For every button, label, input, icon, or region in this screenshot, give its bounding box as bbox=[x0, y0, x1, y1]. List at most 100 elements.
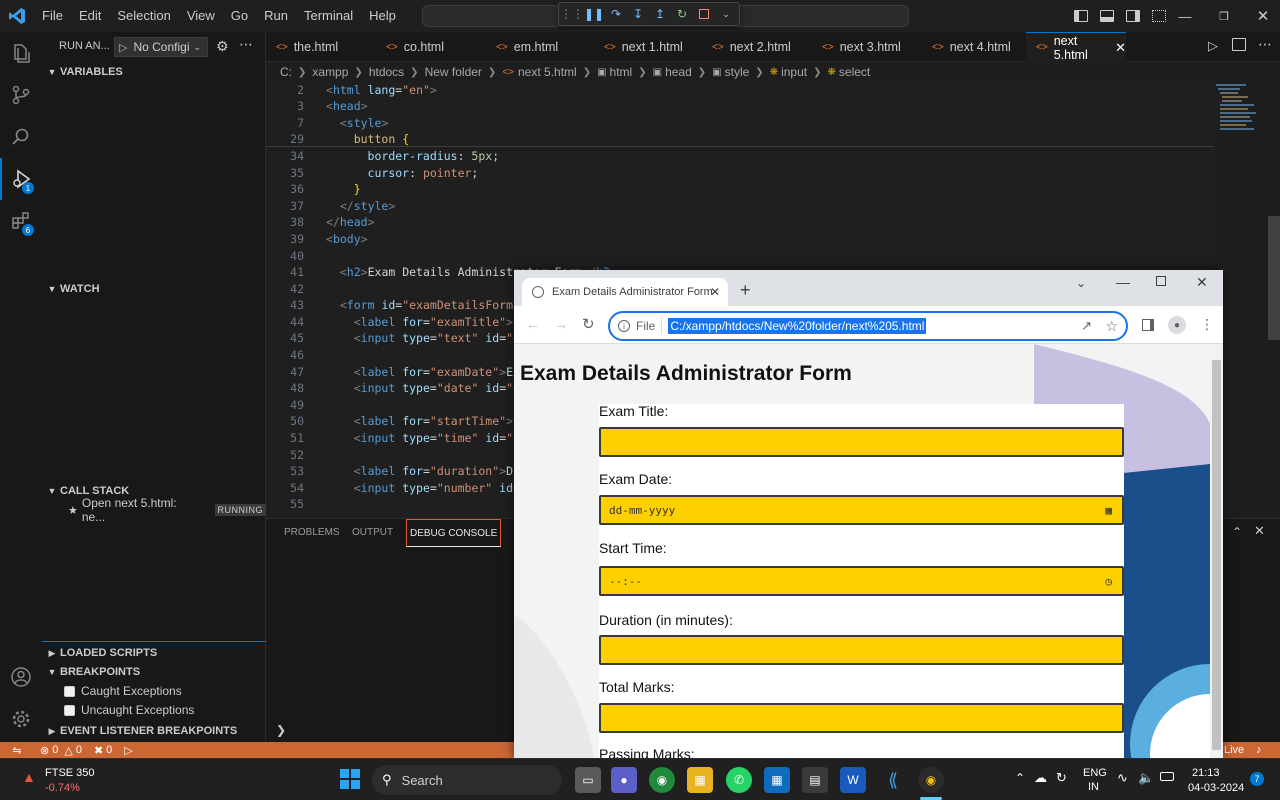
menu-terminal[interactable]: Terminal bbox=[296, 0, 361, 32]
vscode-icon[interactable]: ⟪ bbox=[880, 767, 906, 793]
minimap[interactable] bbox=[1214, 82, 1266, 152]
watch-section-header[interactable]: ▼ WATCH bbox=[42, 278, 266, 300]
menu-run[interactable]: Run bbox=[256, 0, 296, 32]
menu-view[interactable]: View bbox=[179, 0, 223, 32]
tab-output[interactable]: OUTPUT bbox=[352, 519, 393, 547]
close-tab-icon[interactable]: ✕ bbox=[1115, 40, 1126, 56]
toggle-secondary-sidebar-icon[interactable] bbox=[1126, 10, 1140, 22]
breadcrumb-item[interactable]: select bbox=[839, 65, 870, 79]
tab-next-3-html[interactable]: <> next 3.html bbox=[812, 32, 922, 62]
side-panel-icon[interactable] bbox=[1142, 319, 1154, 331]
live-server-status[interactable]: Live bbox=[1224, 744, 1244, 756]
calendar-icon[interactable]: ▦ bbox=[1105, 504, 1112, 517]
restart-icon[interactable]: ↻ bbox=[673, 5, 691, 23]
notifications-badge[interactable]: 7 bbox=[1250, 772, 1264, 786]
profile-avatar-icon[interactable]: ● bbox=[1168, 316, 1186, 334]
menu-edit[interactable]: Edit bbox=[71, 0, 109, 32]
uncaught-exceptions-checkbox[interactable] bbox=[64, 704, 75, 716]
new-tab-icon[interactable]: + bbox=[740, 280, 751, 301]
tab-next-2-html[interactable]: <> next 2.html bbox=[702, 32, 812, 62]
bookmark-star-icon[interactable]: ☆ bbox=[1105, 318, 1118, 335]
maximize-icon[interactable] bbox=[1156, 276, 1166, 286]
more-actions-icon[interactable]: ⋯ bbox=[1258, 36, 1272, 53]
start-debug-icon[interactable]: ▷ bbox=[119, 41, 127, 54]
launch-config-select[interactable]: ▷ No Configi ⌄ bbox=[114, 37, 208, 57]
address-bar[interactable]: i File C:/xampp/htdocs/New%20folder/next… bbox=[608, 311, 1128, 341]
breadcrumb-item[interactable]: next 5.html bbox=[518, 65, 577, 79]
close-tab-icon[interactable]: ✕ bbox=[710, 285, 720, 299]
stop-icon[interactable] bbox=[695, 5, 713, 23]
battery-icon[interactable] bbox=[1160, 772, 1174, 781]
stock-chart-icon[interactable]: ▲ bbox=[22, 769, 36, 785]
pause-icon[interactable]: ❚❚ bbox=[584, 5, 604, 23]
file-explorer-icon[interactable]: ▦ bbox=[687, 767, 713, 793]
call-stack-item[interactable]: ★ Open next 5.html: ne... RUNNING bbox=[42, 496, 266, 524]
chevron-up-icon[interactable]: ⌃ bbox=[1015, 771, 1025, 785]
taskbar-search-box[interactable]: ⚲ Search bbox=[372, 765, 562, 795]
more-actions-icon[interactable]: ⋯ bbox=[239, 36, 253, 53]
app-icon[interactable]: ▤ bbox=[802, 767, 828, 793]
extensions-icon[interactable]: 6 bbox=[0, 200, 42, 242]
microsoft-store-icon[interactable]: ▦ bbox=[764, 767, 790, 793]
uncaught-exceptions-item[interactable]: Uncaught Exceptions bbox=[64, 703, 194, 717]
drag-handle-icon[interactable]: ⋮⋮ bbox=[560, 5, 584, 23]
start-time-input[interactable]: --:-- ◷ bbox=[599, 566, 1124, 596]
step-over-icon[interactable]: ↷ bbox=[607, 5, 625, 23]
stock-name[interactable]: FTSE 350 bbox=[45, 767, 95, 779]
chrome-icon[interactable]: ◉ bbox=[649, 767, 675, 793]
info-icon[interactable]: i bbox=[618, 320, 630, 332]
notifications-bell-icon[interactable]: ♪ bbox=[1256, 744, 1262, 756]
event-listener-section-header[interactable]: ▶ EVENT LISTENER BREAKPOINTS bbox=[42, 720, 266, 742]
toggle-panel-icon[interactable] bbox=[1100, 10, 1114, 22]
language-indicator[interactable]: ENG bbox=[1083, 767, 1107, 779]
settings-gear-icon[interactable] bbox=[0, 698, 42, 740]
clock-icon[interactable]: ◷ bbox=[1105, 575, 1112, 588]
tab-em-html[interactable]: <> em.html bbox=[486, 32, 594, 62]
restore-icon[interactable]: ❐ bbox=[1202, 10, 1246, 23]
total-marks-input[interactable] bbox=[599, 703, 1124, 733]
wifi-icon[interactable]: ∿ bbox=[1117, 770, 1128, 786]
step-into-icon[interactable]: ↧ bbox=[629, 5, 647, 23]
tab-problems[interactable]: PROBLEMS bbox=[284, 519, 340, 547]
breadcrumb-item[interactable]: style bbox=[725, 65, 750, 79]
minimize-icon[interactable]: — bbox=[1116, 274, 1130, 290]
maximize-panel-icon[interactable]: ⌃ bbox=[1232, 525, 1242, 539]
gear-icon[interactable]: ⚙ bbox=[216, 38, 229, 55]
browser-tab[interactable]: Exam Details Administrator Form ✕ bbox=[522, 278, 728, 306]
explorer-icon[interactable] bbox=[0, 32, 42, 74]
tab-next-4-html[interactable]: <> next 4.html bbox=[922, 32, 1026, 62]
menu-selection[interactable]: Selection bbox=[109, 0, 178, 32]
volume-icon[interactable]: 🔈 bbox=[1138, 770, 1154, 786]
exam-date-input[interactable]: dd-mm-yyyy ▦ bbox=[599, 495, 1124, 525]
reload-icon[interactable]: ↻ bbox=[582, 315, 595, 333]
customize-layout-icon[interactable] bbox=[1152, 10, 1166, 22]
toggle-sidebar-icon[interactable] bbox=[1074, 10, 1088, 22]
exam-title-input[interactable] bbox=[599, 427, 1124, 457]
chevron-down-icon[interactable]: ⌄ bbox=[717, 5, 735, 23]
tab-the-html[interactable]: <> the.html bbox=[266, 32, 376, 62]
breadcrumb-item[interactable]: xampp bbox=[312, 65, 348, 79]
menu-help[interactable]: Help bbox=[361, 0, 404, 32]
account-icon[interactable] bbox=[0, 656, 42, 698]
tab-debug-console[interactable]: DEBUG CONSOLE bbox=[406, 519, 502, 547]
breadcrumb-item[interactable]: C: bbox=[280, 65, 292, 79]
run-debug-icon[interactable]: 1 bbox=[0, 158, 42, 200]
breakpoints-section-header[interactable]: ▼ BREAKPOINTS bbox=[42, 661, 266, 683]
breadcrumb-item[interactable]: html bbox=[610, 65, 633, 79]
variables-section-header[interactable]: ▼ VARIABLES bbox=[42, 61, 266, 83]
back-arrow-icon[interactable]: ← bbox=[526, 316, 540, 332]
onedrive-cloud-icon[interactable]: ☁ bbox=[1034, 770, 1047, 786]
share-icon[interactable]: ↗ bbox=[1081, 318, 1092, 334]
caught-exceptions-item[interactable]: Caught Exceptions bbox=[64, 684, 182, 698]
chrome-menu-icon[interactable]: ⋮ bbox=[1200, 316, 1214, 333]
tab-next-1-html[interactable]: <> next 1.html bbox=[594, 32, 702, 62]
start-windows-icon[interactable] bbox=[340, 769, 360, 789]
run-file-icon[interactable]: ▷ bbox=[1208, 38, 1218, 54]
search-icon[interactable] bbox=[0, 116, 42, 158]
caught-exceptions-checkbox[interactable] bbox=[64, 685, 75, 697]
errors-icon[interactable]: ⊗ bbox=[40, 744, 49, 757]
warnings-icon[interactable]: △ bbox=[64, 744, 72, 757]
minimize-icon[interactable]: — bbox=[1168, 9, 1202, 24]
debug-status-icon[interactable]: ▷ bbox=[124, 744, 132, 757]
tab-search-icon[interactable]: ⌄ bbox=[1076, 276, 1086, 290]
